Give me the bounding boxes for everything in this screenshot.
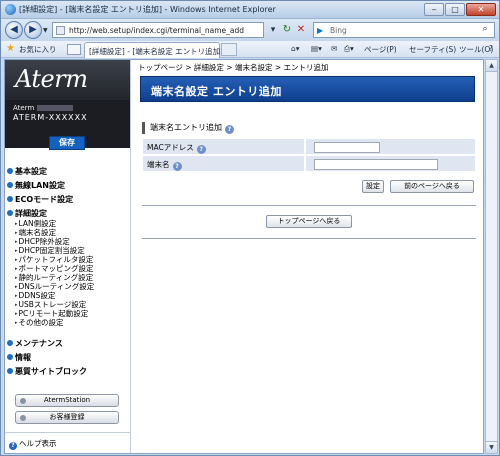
mac-address-label-cell: MACアドレス? [142, 138, 305, 155]
terminal-name-value-cell [305, 155, 476, 172]
stop-icon[interactable]: ✕ [294, 23, 308, 37]
model-number-redacted [37, 105, 74, 111]
new-tab-button[interactable] [221, 43, 237, 56]
mac-label-text: MACアドレス [147, 143, 194, 152]
page-icon [56, 26, 65, 35]
save-button[interactable]: 保存 [49, 136, 85, 150]
tab-list-icon[interactable] [67, 44, 81, 55]
maximize-button[interactable]: □ [445, 3, 465, 16]
feed-icon[interactable]: ▤▾ [311, 44, 322, 53]
model-id: ATERM-XXXXXX [13, 113, 88, 122]
top-page-button[interactable]: トップページへ戻る [266, 215, 352, 228]
sidebar-divider [5, 432, 130, 433]
terminal-name-row: 端末名? [142, 155, 476, 172]
back-button[interactable]: ◀ [5, 21, 23, 39]
terminal-name-label-text: 端末名 [147, 160, 170, 169]
help-question-icon[interactable]: ? [225, 125, 234, 134]
favorites-button[interactable]: お気に入り [19, 44, 57, 55]
arrow-right-icon: ▶ [29, 24, 37, 35]
arrow-left-icon: ◀ [10, 24, 18, 35]
register-button[interactable]: お客様登録 [15, 411, 119, 424]
menu-info[interactable]: 情報 [7, 352, 31, 363]
menu-wireless[interactable]: 無線LAN設定 [7, 180, 65, 191]
search-input[interactable]: ▶ Bing ⌕ [313, 22, 495, 38]
model-name: Aterm [13, 104, 74, 112]
divider-line [142, 238, 476, 239]
vertical-scrollbar[interactable]: ▲ ▼ [485, 59, 498, 454]
help-link[interactable]: ? ヘルプ表示 [9, 438, 57, 450]
bing-icon: ▶ [317, 26, 324, 35]
menu-malicious-site[interactable]: 悪質サイトブロック [7, 366, 87, 377]
address-row: ◀ ▶ ▼ http://web.setup/index.cgi/termina… [1, 19, 499, 41]
mac-address-row: MACアドレス? [142, 138, 476, 155]
safety-menu[interactable]: セーフティ(S) [409, 44, 456, 55]
aterm-station-button[interactable]: AtermStation [15, 394, 119, 407]
page-menu[interactable]: ページ(P) [364, 44, 397, 55]
minimize-button[interactable]: ‒ [424, 3, 444, 16]
terminal-name-label-cell: 端末名? [142, 155, 305, 172]
menu-other[interactable]: その他の設定 [15, 317, 64, 328]
page-content: Aterm Aterm ATERM-XXXXXX 保存 基本設定 無線LAN設定… [4, 59, 484, 454]
ie-logo-icon [5, 4, 16, 15]
help-question-icon[interactable]: ? [196, 145, 206, 154]
help-menu-icon[interactable]: ? [489, 44, 493, 53]
back-page-button[interactable]: 前のページへ戻る [390, 180, 474, 193]
page-title: 端末名設定 エントリ追加 [151, 85, 282, 98]
model-prefix: Aterm [13, 104, 35, 112]
section-title-text: 端末名エントリ追加 [150, 123, 222, 132]
search-icon[interactable]: ⌕ [479, 24, 491, 36]
aterm-station-label: AtermStation [43, 396, 91, 404]
favorites-bar: ★ お気に入り [詳細設定] - [端末名設定 エントリ追加] ⌂▾ ▤▾ ✉ … [1, 41, 499, 58]
browser-tab[interactable]: [詳細設定] - [端末名設定 エントリ追加] [84, 42, 224, 58]
menu-eco[interactable]: ECOモード設定 [7, 194, 73, 205]
title-bar: [詳細設定] - [端末名設定 エントリ追加] - Windows Intern… [1, 1, 499, 19]
breadcrumb[interactable]: トップページ > 詳細設定 > 端末名設定 > エントリ追加 [138, 62, 329, 73]
browser-window: [詳細設定] - [端末名設定 エントリ追加] - Windows Intern… [0, 0, 500, 456]
address-field[interactable]: http://web.setup/index.cgi/terminal_name… [52, 22, 264, 38]
chevron-down-icon[interactable]: ▾ [266, 23, 280, 37]
address-url[interactable]: http://web.setup/index.cgi/terminal_name… [69, 26, 244, 35]
mac-address-label: MACアドレス? [147, 142, 206, 154]
menu-basic[interactable]: 基本設定 [7, 166, 47, 177]
menu-maintenance[interactable]: メンテナンス [7, 338, 63, 349]
help-icon: ? [9, 442, 17, 450]
window-title: [詳細設定] - [端末名設定 エントリ追加] - Windows Intern… [19, 5, 276, 14]
help-label: ヘルプ表示 [19, 439, 57, 448]
history-dropdown-icon[interactable]: ▼ [43, 27, 49, 34]
bullet-icon [20, 415, 26, 421]
main-panel: トップページ > 詳細設定 > 端末名設定 > エントリ追加 端末名設定 エント… [132, 60, 483, 453]
sidebar: Aterm Aterm ATERM-XXXXXX 保存 基本設定 無線LAN設定… [5, 60, 131, 453]
bullet-icon [20, 398, 26, 404]
help-question-icon[interactable]: ? [172, 162, 182, 171]
logo-area: Aterm [5, 60, 130, 100]
register-label: お客様登録 [49, 413, 85, 421]
forward-button[interactable]: ▶ [24, 21, 42, 39]
divider-line [142, 205, 476, 206]
page-header: 端末名設定 エントリ追加 [140, 76, 475, 102]
terminal-name-label: 端末名? [147, 159, 182, 171]
home-icon[interactable]: ⌂▾ [291, 44, 300, 53]
section-title: 端末名エントリ追加? [142, 122, 234, 134]
set-button[interactable]: 設定 [362, 180, 384, 193]
terminal-name-input[interactable] [314, 159, 438, 170]
mac-address-input[interactable] [314, 142, 380, 153]
print-icon[interactable]: ⎙▾ [344, 44, 354, 54]
tab-title: [詳細設定] - [端末名設定 エントリ追加] [89, 47, 224, 56]
search-placeholder: Bing [330, 26, 347, 35]
close-button[interactable]: ✕ [466, 3, 496, 16]
refresh-icon[interactable]: ↻ [280, 23, 294, 37]
scroll-up-icon[interactable]: ▲ [486, 60, 497, 72]
favorites-star-icon[interactable]: ★ [6, 43, 15, 54]
aterm-logo: Aterm [15, 65, 88, 93]
mail-icon[interactable]: ✉ [331, 44, 337, 53]
mac-address-value-cell [305, 138, 476, 155]
scroll-down-icon[interactable]: ▼ [486, 441, 497, 453]
